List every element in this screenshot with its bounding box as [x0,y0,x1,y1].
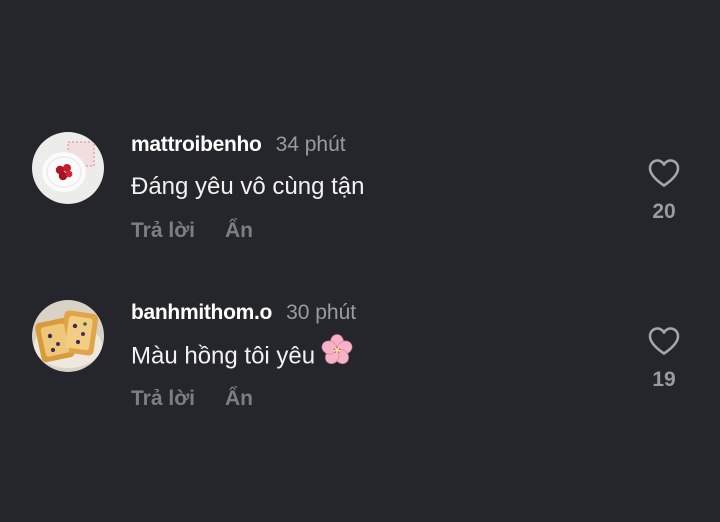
reply-button[interactable]: Trả lời [131,219,195,242]
comment-actions: Trả lời Ẩn [131,386,253,412]
username-text[interactable]: banhmithom.o [131,301,272,324]
reply-button[interactable]: Trả lời [131,387,195,410]
comment-text: Màu hồng tôi yêu [131,334,353,374]
hide-button[interactable]: Ẩn [225,219,253,242]
comment-timestamp: 34 phút [275,133,346,156]
cherry-blossom-icon [321,334,353,374]
comment-text: Đáng yêu vô cùng tận [131,173,365,200]
like-button[interactable]: 19 [640,326,688,392]
hide-button[interactable]: Ẩn [225,387,253,410]
comment-username[interactable]: mattroibenho 34 phút [131,132,346,158]
comment-item: banhmithom.o 30 phút Màu hồng tôi yêu Tr… [0,300,720,450]
like-count: 19 [652,368,676,391]
avatar[interactable] [32,300,104,372]
comment-timestamp: 30 phút [286,301,357,324]
username-text[interactable]: mattroibenho [131,133,262,156]
like-count: 20 [652,200,676,223]
comment-actions: Trả lời Ẩn [131,218,253,244]
comment-item: mattroibenho 34 phút Đáng yêu vô cùng tận… [0,132,720,282]
comment-username[interactable]: banhmithom.o 30 phút [131,300,356,326]
comment-text-content: Màu hồng tôi yêu [131,342,316,370]
heart-icon[interactable] [647,326,681,356]
like-button[interactable]: 20 [640,158,688,224]
avatar[interactable] [32,132,104,204]
heart-icon[interactable] [647,158,681,188]
